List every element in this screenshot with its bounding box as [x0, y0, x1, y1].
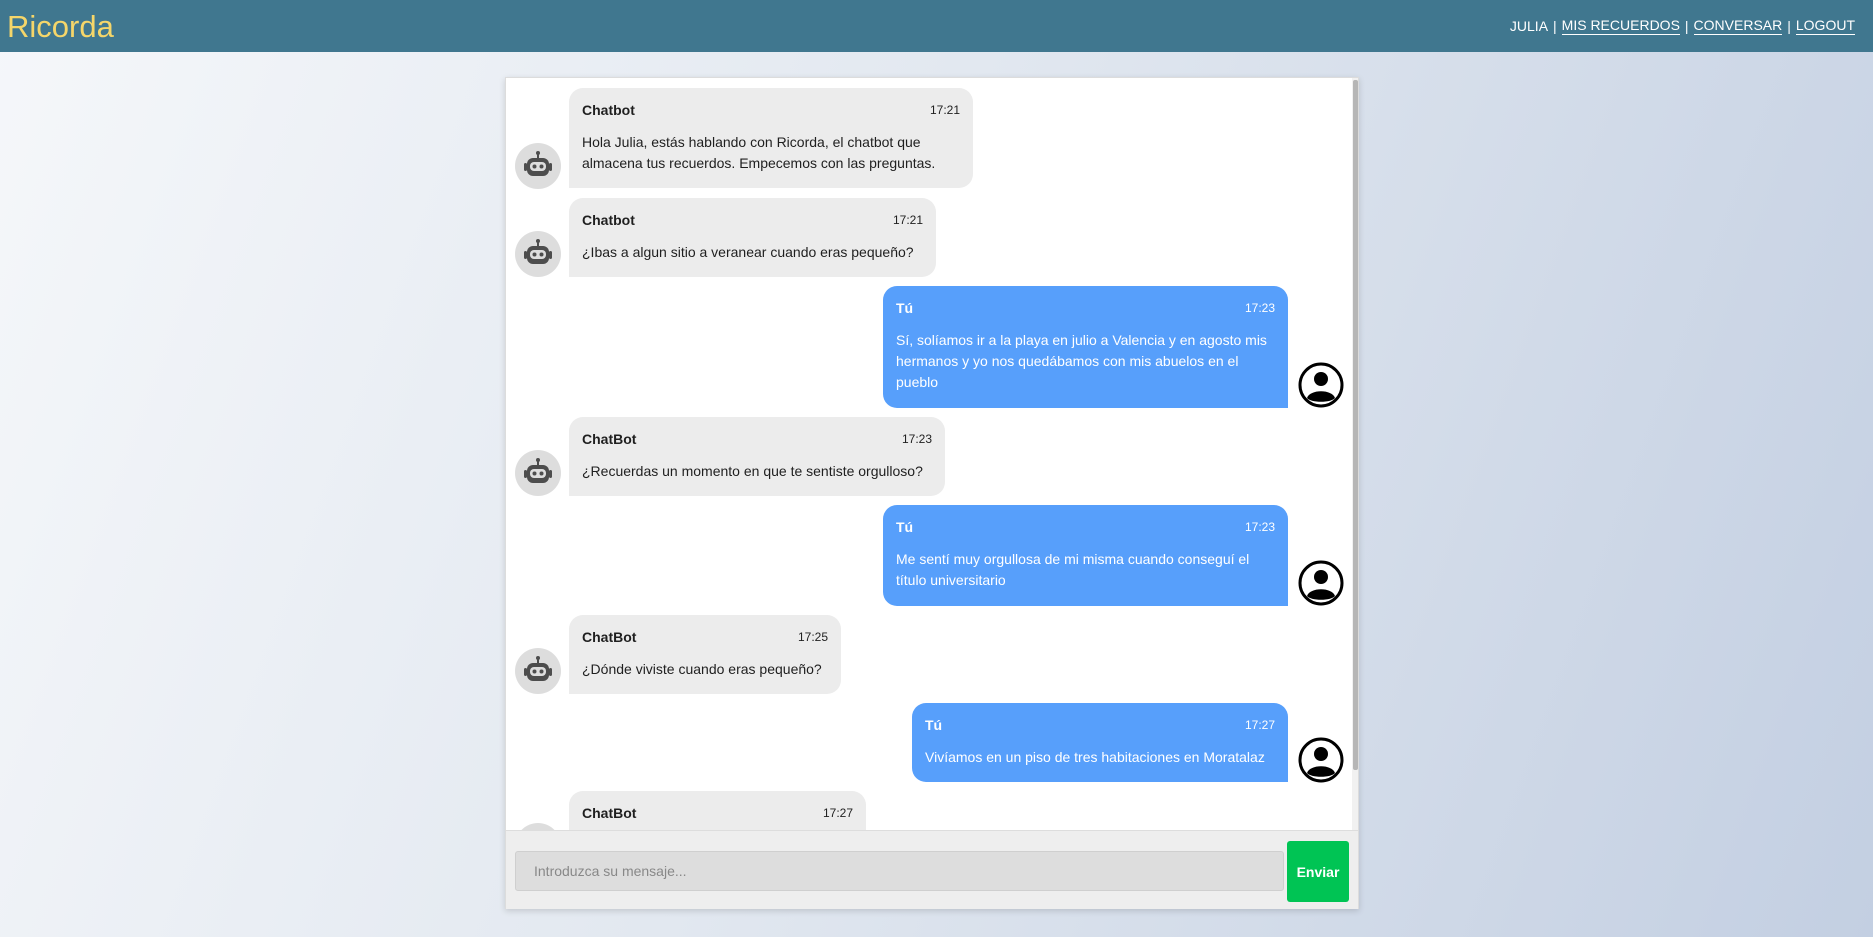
message-time: 17:21: [892, 213, 923, 227]
message-bubble: ChatBot 17:23 ¿Recuerdas un momento en q…: [569, 417, 945, 496]
message-text: Sí, solíamos ir a la playa en julio a Va…: [896, 332, 1267, 390]
message-sender: Chatbot: [582, 102, 635, 118]
message-text: ¿Recuerdas un momento en que te sentiste…: [582, 463, 923, 479]
message-sender: ChatBot: [582, 629, 637, 645]
message-bubble: Chatbot 17:21 ¿Ibas a algun sitio a vera…: [569, 198, 936, 277]
nav-link-mis-recuerdos[interactable]: MIS RECUERDOS: [1561, 17, 1680, 35]
user-circle-icon: [1298, 560, 1344, 606]
message-sender: ChatBot: [582, 805, 637, 821]
message-text: ¿Ibas a algun sitio a veranear cuando er…: [582, 244, 914, 260]
message-time: 17:23: [1244, 301, 1275, 315]
nav-separator: |: [1553, 18, 1557, 34]
brand-logo[interactable]: Ricorda: [7, 11, 114, 42]
message-bubble: Tú 17:23 Me sentí muy orgullosa de mi mi…: [883, 505, 1288, 606]
message-input[interactable]: [515, 851, 1284, 891]
user-circle-icon: [1298, 362, 1344, 408]
nav-separator: |: [1787, 18, 1791, 34]
message-sender: Tú: [896, 519, 914, 535]
message-scrollbar[interactable]: [1352, 78, 1358, 830]
message-sender: Chatbot: [582, 212, 635, 228]
top-navbar: Ricorda JULIA | MIS RECUERDOS | CONVERSA…: [0, 0, 1873, 52]
robot-icon: [515, 648, 561, 694]
scrollbar-thumb[interactable]: [1353, 80, 1358, 770]
nav-links: JULIA | MIS RECUERDOS | CONVERSAR | LOGO…: [1510, 17, 1855, 35]
message-bubble: Chatbot 17:21 Hola Julia, estás hablando…: [569, 88, 973, 188]
message-time: 17:23: [901, 432, 932, 446]
message-bubble: Tú 17:23 Sí, solíamos ir a la playa en j…: [883, 286, 1288, 408]
message-text: Vivíamos en un piso de tres habitaciones…: [925, 749, 1265, 765]
robot-icon: [515, 823, 561, 830]
nav-user[interactable]: JULIA: [1510, 18, 1548, 34]
message-time: 17:23: [1244, 520, 1275, 534]
message-list[interactable]: Chatbot 17:21 Hola Julia, estás hablando…: [506, 78, 1358, 830]
chat-window: Chatbot 17:21 Hola Julia, estás hablando…: [505, 77, 1359, 909]
nav-link-logout[interactable]: LOGOUT: [1795, 17, 1855, 35]
message-sender: ChatBot: [582, 431, 637, 447]
message-time: 17:25: [797, 630, 828, 644]
robot-icon: [515, 231, 561, 277]
message-time: 17:27: [822, 806, 853, 820]
message-text: ¿Dónde viviste cuando eras pequeño?: [582, 661, 822, 677]
message-sender: Tú: [896, 300, 914, 316]
message-bubble: ChatBot 17:27: [569, 791, 866, 830]
user-circle-icon: [1298, 737, 1344, 783]
nav-link-conversar[interactable]: CONVERSAR: [1693, 17, 1783, 35]
robot-icon: [515, 143, 561, 189]
composer: Enviar: [506, 830, 1358, 909]
message-bubble: Tú 17:27 Vivíamos en un piso de tres hab…: [912, 703, 1288, 782]
robot-icon: [515, 450, 561, 496]
message-text: Me sentí muy orgullosa de mi misma cuand…: [896, 551, 1250, 588]
nav-separator: |: [1684, 18, 1689, 34]
message-time: 17:27: [1244, 718, 1275, 732]
message-sender: Tú: [925, 717, 943, 733]
message-time: 17:21: [929, 103, 960, 117]
message-bubble: ChatBot 17:25 ¿Dónde viviste cuando eras…: [569, 615, 841, 694]
send-button[interactable]: Enviar: [1287, 841, 1349, 902]
message-text: Hola Julia, estás hablando con Ricorda, …: [582, 134, 936, 171]
